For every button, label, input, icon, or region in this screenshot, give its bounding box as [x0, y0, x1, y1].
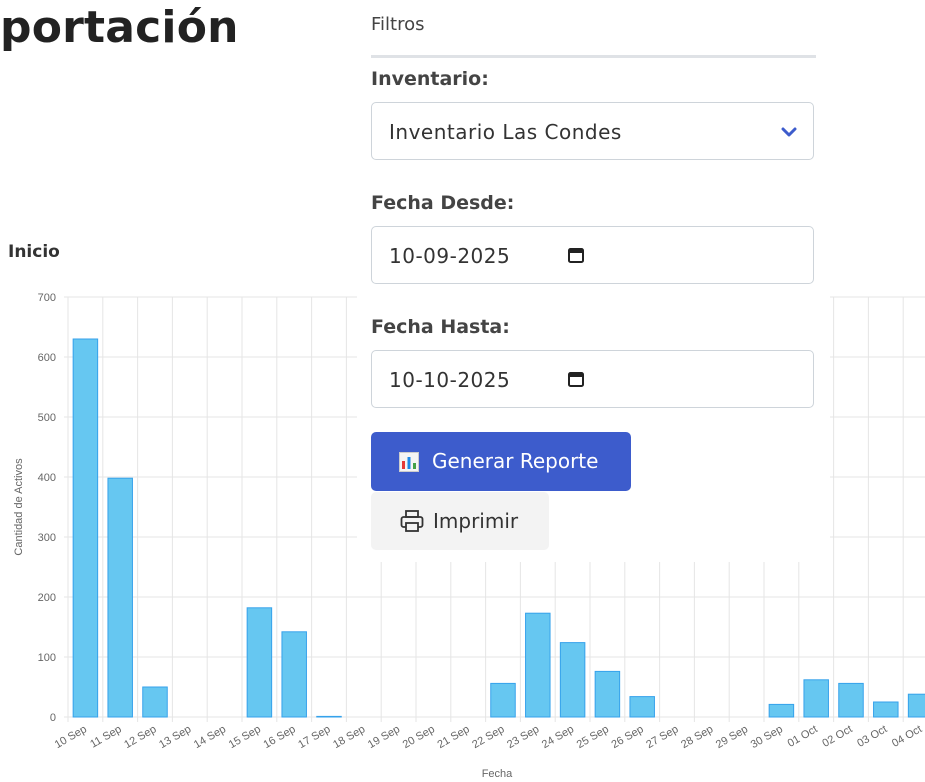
x-tick-label: 27 Sep: [644, 723, 680, 751]
x-tick-label: 30 Sep: [749, 723, 785, 751]
bar: [490, 682, 516, 718]
bar: [629, 696, 655, 718]
date-to-value: 10-10-2025: [389, 368, 511, 392]
printer-icon: [400, 510, 424, 537]
x-tick-label: 03 Oct: [855, 723, 889, 750]
print-button[interactable]: Imprimir: [371, 492, 549, 550]
bar: [246, 607, 273, 718]
bar: [594, 670, 621, 718]
y-tick-label: 700: [38, 292, 56, 304]
x-tick-label: 26 Sep: [609, 723, 645, 751]
chart-title: Inicio: [8, 242, 60, 262]
y-tick-label: 100: [38, 652, 56, 664]
bar: [873, 701, 899, 718]
x-tick-label: 02 Oct: [820, 723, 854, 750]
bar: [142, 686, 168, 718]
calendar-icon[interactable]: [567, 246, 585, 269]
x-tick-label: 17 Sep: [296, 723, 332, 751]
x-tick-label: 28 Sep: [679, 723, 715, 751]
inventory-select[interactable]: Inventario Las Condes: [371, 102, 814, 160]
filters-panel: Filtros Inventario: Inventario Las Conde…: [357, 0, 830, 562]
y-tick-label: 400: [38, 472, 56, 484]
x-tick-label: 20 Sep: [401, 723, 437, 751]
print-label: Imprimir: [433, 509, 519, 533]
inventory-selected-value: Inventario Las Condes: [389, 120, 622, 144]
date-from-input[interactable]: 10-09-2025: [371, 226, 814, 284]
y-tick-label: 200: [38, 592, 56, 604]
date-from-value: 10-09-2025: [389, 244, 511, 268]
x-tick-label: 16 Sep: [261, 723, 297, 751]
x-tick-label: 19 Sep: [366, 723, 402, 751]
bar: [281, 631, 307, 718]
bar: [316, 715, 342, 718]
x-tick-label: 23 Sep: [505, 723, 541, 751]
x-tick-label: 04 Oct: [890, 723, 924, 750]
y-tick-label: 600: [38, 352, 56, 364]
x-tick-label: 11 Sep: [88, 723, 123, 750]
y-tick-label: 0: [50, 712, 56, 724]
x-tick-label: 10 Sep: [53, 723, 89, 751]
date-from-label: Fecha Desde:: [371, 192, 515, 214]
x-tick-label: 24 Sep: [540, 723, 576, 751]
x-tick-label: 29 Sep: [714, 723, 750, 751]
filters-divider: [371, 55, 816, 58]
y-axis-title: Cantidad de Activos: [13, 458, 25, 556]
y-tick-label: 500: [38, 412, 56, 424]
bar: [907, 693, 925, 718]
x-tick-label: 12 Sep: [122, 723, 158, 751]
x-axis-title: Fecha: [482, 768, 513, 780]
x-tick-label: 13 Sep: [157, 723, 193, 751]
calendar-icon[interactable]: [567, 370, 585, 393]
bar: [72, 338, 99, 718]
date-to-input[interactable]: 10-10-2025: [371, 350, 814, 408]
bar: [525, 612, 551, 718]
bar: [768, 703, 795, 718]
x-tick-label: 25 Sep: [575, 723, 611, 751]
x-tick-label: 15 Sep: [227, 723, 263, 751]
bar: [838, 682, 864, 718]
x-tick-label: 01 Oct: [786, 723, 820, 750]
x-tick-label: 18 Sep: [331, 723, 367, 751]
chevron-down-icon: [781, 125, 797, 143]
x-tick-label: 14 Sep: [192, 723, 228, 751]
inventory-label: Inventario:: [371, 68, 489, 90]
date-to-label: Fecha Hasta:: [371, 316, 510, 338]
x-tick-label: 21 Sep: [435, 723, 471, 751]
bar: [107, 477, 133, 718]
generate-report-button[interactable]: Generar Reporte: [371, 432, 631, 491]
bar-chart-icon: [399, 452, 419, 477]
x-tick-label: 22 Sep: [470, 723, 506, 751]
bar: [803, 679, 829, 718]
y-tick-label: 300: [38, 532, 56, 544]
bar: [559, 642, 586, 718]
generate-report-label: Generar Reporte: [432, 449, 599, 473]
filters-title: Filtros: [371, 14, 425, 35]
